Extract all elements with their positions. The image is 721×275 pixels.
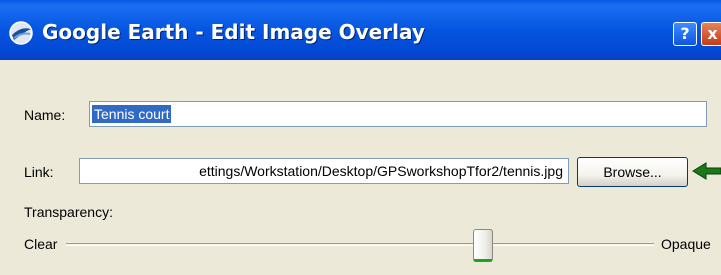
transparency-slider-track[interactable] — [66, 243, 654, 246]
link-value: ettings/Workstation/Desktop/GPSworkshopT… — [199, 163, 563, 179]
help-button-label: ? — [680, 24, 690, 43]
google-earth-icon — [9, 21, 33, 45]
clear-label: Clear — [24, 236, 58, 252]
help-button[interactable]: ? — [673, 22, 697, 46]
name-field[interactable]: Tennis court — [89, 101, 707, 127]
arrow-icon — [692, 162, 721, 180]
opaque-label: Opaque — [661, 236, 711, 252]
transparency-slider-thumb[interactable] — [473, 229, 494, 262]
name-value: Tennis court — [92, 105, 172, 123]
transparency-label: Transparency: — [24, 204, 113, 220]
browse-button[interactable]: Browse... — [577, 157, 688, 187]
close-button[interactable]: x — [701, 22, 721, 46]
title-bar[interactable]: Google Earth - Edit Image Overlay ? x — [0, 0, 721, 60]
name-label: Name: — [24, 107, 66, 123]
window-title: Google Earth - Edit Image Overlay — [42, 20, 425, 44]
close-icon: x — [707, 24, 718, 43]
link-label: Link: — [24, 164, 54, 180]
link-field[interactable]: ettings/Workstation/Desktop/GPSworkshopT… — [79, 158, 569, 184]
